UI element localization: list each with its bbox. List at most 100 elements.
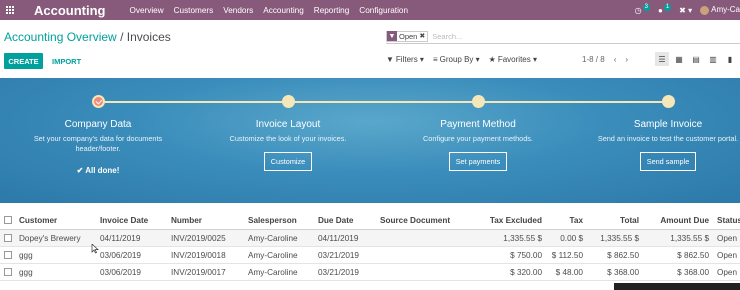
breadcrumb-current: Invoices <box>126 30 171 44</box>
step-done-text: ✔ All done! <box>23 166 173 175</box>
menu-accounting[interactable]: Accounting <box>263 6 304 15</box>
apps-menu-icon[interactable] <box>6 6 14 14</box>
debug-tools-button[interactable]: ✖ ▾ <box>679 6 692 15</box>
table-row[interactable]: ggg 03/06/2019 INV/2019/0018 Amy-Carolin… <box>0 247 740 264</box>
table-row[interactable]: ggg 03/06/2019 INV/2019/0017 Amy-Carolin… <box>0 264 740 281</box>
cell-amount-due: 1,335.55 $ <box>670 234 709 243</box>
header-status[interactable]: Status <box>717 216 740 225</box>
menu-reporting[interactable]: Reporting <box>314 6 350 15</box>
progress-line <box>97 101 674 103</box>
cell-total: 1,335.55 $ <box>600 234 639 243</box>
graph-view-icon[interactable]: ▮ <box>723 52 737 66</box>
pivot-view-icon[interactable]: ▥ <box>706 52 720 66</box>
table-row[interactable]: Dopey's Brewery 04/11/2019 INV/2019/0025… <box>0 230 740 247</box>
filters-dropdown[interactable]: ▼ Filters ▾ <box>386 55 424 64</box>
search-input[interactable]: Search... <box>432 32 462 41</box>
user-name: Amy-Ca <box>711 5 740 15</box>
header-source-document[interactable]: Source Document <box>380 216 450 225</box>
list-view-icon[interactable]: ☰ <box>655 52 669 66</box>
cell-customer: ggg <box>19 268 33 277</box>
cell-due-date: 03/21/2019 <box>318 268 359 277</box>
cell-number: INV/2019/0018 <box>171 251 226 260</box>
chat-icon: ● <box>657 5 663 15</box>
header-tax-excluded[interactable]: Tax Excluded <box>490 216 542 225</box>
favorites-dropdown[interactable]: ★ Favorites ▾ <box>489 55 537 64</box>
menu-configuration[interactable]: Configuration <box>359 6 408 15</box>
cell-number: INV/2019/0025 <box>171 234 226 243</box>
step-title[interactable]: Company Data <box>23 119 173 130</box>
row-checkbox[interactable] <box>4 234 12 242</box>
pager: 1-8 / 8 ‹ › <box>582 55 628 64</box>
header-amount-due[interactable]: Amount Due <box>660 216 709 225</box>
cell-tax-excluded: $ 750.00 <box>510 251 542 260</box>
cell-number: INV/2019/0017 <box>171 268 226 277</box>
step-description: Send an invoice to test the customer por… <box>597 134 739 143</box>
pager-value[interactable]: 1-8 / 8 <box>582 55 605 64</box>
group-by-dropdown[interactable]: ≡ Group By ▾ <box>433 55 480 64</box>
breadcrumb-parent[interactable]: Accounting Overview <box>4 30 117 44</box>
pager-next-icon[interactable]: › <box>625 55 628 64</box>
calendar-view-icon[interactable]: ▤ <box>689 52 703 66</box>
header-salesperson[interactable]: Salesperson <box>248 216 297 225</box>
step-description: Set your company's data for documents he… <box>33 134 163 153</box>
cell-due-date: 03/21/2019 <box>318 251 359 260</box>
header-due-date[interactable]: Due Date <box>318 216 354 225</box>
kanban-view-icon[interactable]: ▦ <box>672 52 686 66</box>
taskbar-overlay <box>614 283 740 290</box>
menu-vendors[interactable]: Vendors <box>223 6 253 15</box>
filters-label: Filters <box>395 55 418 64</box>
cell-salesperson: Amy-Caroline <box>248 234 298 243</box>
cell-customer: Dopey's Brewery <box>19 234 81 243</box>
step-invoice-layout: Invoice Layout Customize the look of you… <box>213 95 363 171</box>
step-title[interactable]: Sample Invoice <box>593 119 740 130</box>
step-dot <box>471 95 485 108</box>
remove-facet-icon[interactable]: ✖ <box>419 32 427 40</box>
header-tax[interactable]: Tax <box>570 216 584 225</box>
header-customer[interactable]: Customer <box>19 216 57 225</box>
set-payments-button[interactable]: Set payments <box>448 152 508 171</box>
view-switcher: ☰ ▦ ▤ ▥ ▮ <box>655 52 737 66</box>
facet-value: Open <box>399 31 418 41</box>
row-checkbox[interactable] <box>4 268 12 276</box>
send-sample-button[interactable]: Send sample <box>639 152 697 171</box>
pager-previous-icon[interactable]: ‹ <box>614 55 617 64</box>
header-number[interactable]: Number <box>171 216 202 225</box>
checkmark-icon: ✔ <box>76 166 84 175</box>
step-title[interactable]: Invoice Layout <box>213 119 363 130</box>
step-description: Configure your payment methods. <box>423 134 533 143</box>
header-invoice-date[interactable]: Invoice Date <box>100 216 148 225</box>
search-bar[interactable]: ▼ Open ✖ Search... <box>386 29 740 44</box>
header-total[interactable]: Total <box>620 216 639 225</box>
breadcrumb-separator: / <box>120 30 124 44</box>
cell-tax: $ 112.50 <box>551 251 583 260</box>
user-menu[interactable]: Amy-Ca <box>700 5 740 15</box>
cell-status: Open <box>717 268 738 277</box>
messages-button[interactable]: ● 1 <box>657 3 672 15</box>
step-dot <box>281 95 295 108</box>
customize-button[interactable]: Customize <box>263 152 313 171</box>
cell-status: Open <box>717 234 738 243</box>
top-navbar: Accounting Overview Customers Vendors Ac… <box>0 0 740 20</box>
select-all-checkbox[interactable] <box>4 216 12 224</box>
row-checkbox[interactable] <box>4 251 12 259</box>
cell-due-date: 04/11/2019 <box>318 234 359 243</box>
import-button[interactable]: IMPORT <box>52 53 81 69</box>
cell-total: $ 368.00 <box>607 268 639 277</box>
create-button[interactable]: CREATE <box>4 53 43 69</box>
message-count: 1 <box>663 3 672 11</box>
activity-count: 3 <box>642 3 650 11</box>
clock-icon: ◷ <box>634 5 642 15</box>
onboarding-banner: Company Data Set your company's data for… <box>0 78 740 203</box>
menu-overview[interactable]: Overview <box>130 6 164 15</box>
step-sample-invoice: Sample Invoice Send an invoice to test t… <box>593 95 740 171</box>
cell-invoice-date: 04/11/2019 <box>100 234 141 243</box>
list-icon: ≡ <box>432 55 438 64</box>
breadcrumb: Accounting Overview / Invoices <box>4 30 171 44</box>
app-brand[interactable]: Accounting <box>34 3 106 18</box>
search-facet[interactable]: ▼ Open ✖ <box>386 30 429 42</box>
step-title[interactable]: Payment Method <box>403 119 553 130</box>
activity-button[interactable]: ◷ 3 <box>634 3 650 15</box>
step-dot <box>661 95 675 108</box>
cell-salesperson: Amy-Caroline <box>248 268 298 277</box>
menu-customers[interactable]: Customers <box>174 6 214 15</box>
